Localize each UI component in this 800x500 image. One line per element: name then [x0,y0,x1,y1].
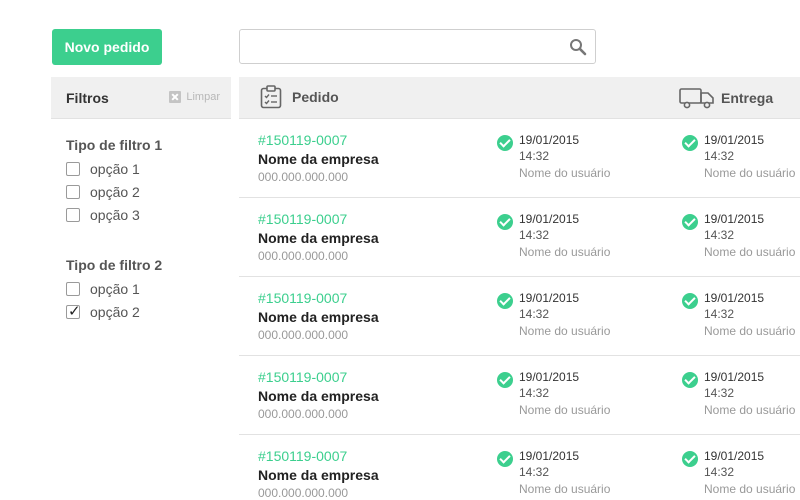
column-delivery-label: Entrega [721,90,774,106]
checkbox[interactable] [66,207,80,222]
company-document: 000.000.000.000 [258,170,349,184]
clipboard-icon [260,85,282,109]
company-document: 000.000.000.000 [258,328,349,342]
check-circle-icon [497,214,513,230]
check-circle-icon [682,372,698,388]
company-name: Nome da empresa [258,230,379,246]
table-row[interactable]: #150119-0007 Nome da empresa 000.000.000… [239,356,800,435]
status-user: Nome do usuário [704,482,796,496]
status-time: 14:32 [704,307,735,321]
filter-option[interactable]: opção 1 [66,157,162,180]
filter-group-title: Tipo de filtro 1 [66,137,163,153]
filter-group-title: Tipo de filtro 2 [66,257,163,273]
company-document: 000.000.000.000 [258,249,349,263]
order-id-link[interactable]: #150119-0007 [258,448,347,464]
status-time: 14:32 [704,228,735,242]
status-user: Nome do usuário [704,403,796,417]
status-date: 19/01/2015 [519,370,580,384]
status-date: 19/01/2015 [704,449,765,463]
status-time: 14:32 [519,465,550,479]
status-user: Nome do usuário [519,166,611,180]
check-circle-icon [497,451,513,467]
filter-option[interactable]: opção 1 [66,277,162,300]
truck-icon [679,88,714,109]
checkbox[interactable] [66,161,80,176]
check-circle-icon [682,135,698,151]
checkbox[interactable] [66,302,81,320]
filter-option-label: opção 2 [90,303,140,320]
status-date: 19/01/2015 [704,370,765,384]
filter-option-label: opção 1 [90,280,140,297]
check-circle-icon [682,293,698,309]
filter-option-label: opção 1 [90,160,140,177]
company-name: Nome da empresa [258,151,379,167]
order-id-link[interactable]: #150119-0007 [258,369,347,385]
search-box [239,29,596,64]
filter-option[interactable]: opção 3 [66,203,162,226]
filter-group-2: Tipo de filtro 2 opção 1 opção 2 [66,257,162,323]
status-date: 19/01/2015 [704,212,765,226]
table-row[interactable]: #150119-0007 Nome da empresa 000.000.000… [239,119,800,198]
check-circle-icon [682,451,698,467]
filter-option[interactable]: opção 2 [66,300,162,323]
table-row[interactable]: #150119-0007 Nome da empresa 000.000.000… [239,435,800,500]
status-user: Nome do usuário [519,245,611,259]
column-order-label: Pedido [292,89,339,105]
column-order[interactable]: Pedido [260,85,339,109]
status-user: Nome do usuário [519,403,611,417]
status-user: Nome do usuário [704,245,796,259]
status-time: 14:32 [704,149,735,163]
check-circle-icon [497,135,513,151]
clear-filters-button[interactable]: Limpar [169,91,220,103]
search-icon[interactable] [569,38,587,56]
status-time: 14:32 [519,228,550,242]
clear-filters-label: Limpar [186,91,220,103]
check-circle-icon [682,214,698,230]
order-id-link[interactable]: #150119-0007 [258,211,347,227]
filters-title: Filtros [66,90,109,106]
clear-icon [169,91,182,103]
status-time: 14:32 [519,307,550,321]
status-date: 19/01/2015 [519,133,580,147]
filter-option[interactable]: opção 2 [66,180,162,203]
status-time: 14:32 [519,149,550,163]
company-name: Nome da empresa [258,467,379,483]
status-date: 19/01/2015 [519,212,580,226]
checkbox[interactable] [66,184,80,199]
table-header: Pedido Entrega [239,77,800,119]
status-user: Nome do usuário [704,166,796,180]
company-name: Nome da empresa [258,388,379,404]
status-time: 14:32 [704,386,735,400]
status-date: 19/01/2015 [704,291,765,305]
status-time: 14:32 [704,465,735,479]
company-name: Nome da empresa [258,309,379,325]
status-date: 19/01/2015 [519,449,580,463]
order-id-link[interactable]: #150119-0007 [258,132,347,148]
check-circle-icon [497,372,513,388]
filter-option-label: opção 2 [90,183,140,200]
column-delivery[interactable]: Entrega [679,87,773,109]
new-order-button[interactable]: Novo pedido [52,29,162,65]
filter-group-1: Tipo de filtro 1 opção 1 opção 2 opção 3 [66,137,162,226]
status-date: 19/01/2015 [519,291,580,305]
checkbox[interactable] [66,281,80,296]
filter-option-label: opção 3 [90,206,140,223]
status-time: 14:32 [519,386,550,400]
status-user: Nome do usuário [704,324,796,338]
check-circle-icon [497,293,513,309]
status-user: Nome do usuário [519,482,611,496]
order-id-link[interactable]: #150119-0007 [258,290,347,306]
search-input[interactable] [240,30,560,63]
company-document: 000.000.000.000 [258,486,349,500]
table-row[interactable]: #150119-0007 Nome da empresa 000.000.000… [239,198,800,277]
table-row[interactable]: #150119-0007 Nome da empresa 000.000.000… [239,277,800,356]
status-date: 19/01/2015 [704,133,765,147]
filters-header: Filtros Limpar [51,77,231,119]
status-user: Nome do usuário [519,324,611,338]
company-document: 000.000.000.000 [258,407,349,421]
orders-app: Novo pedido Filtros Limpar Tipo de filtr… [0,0,800,500]
